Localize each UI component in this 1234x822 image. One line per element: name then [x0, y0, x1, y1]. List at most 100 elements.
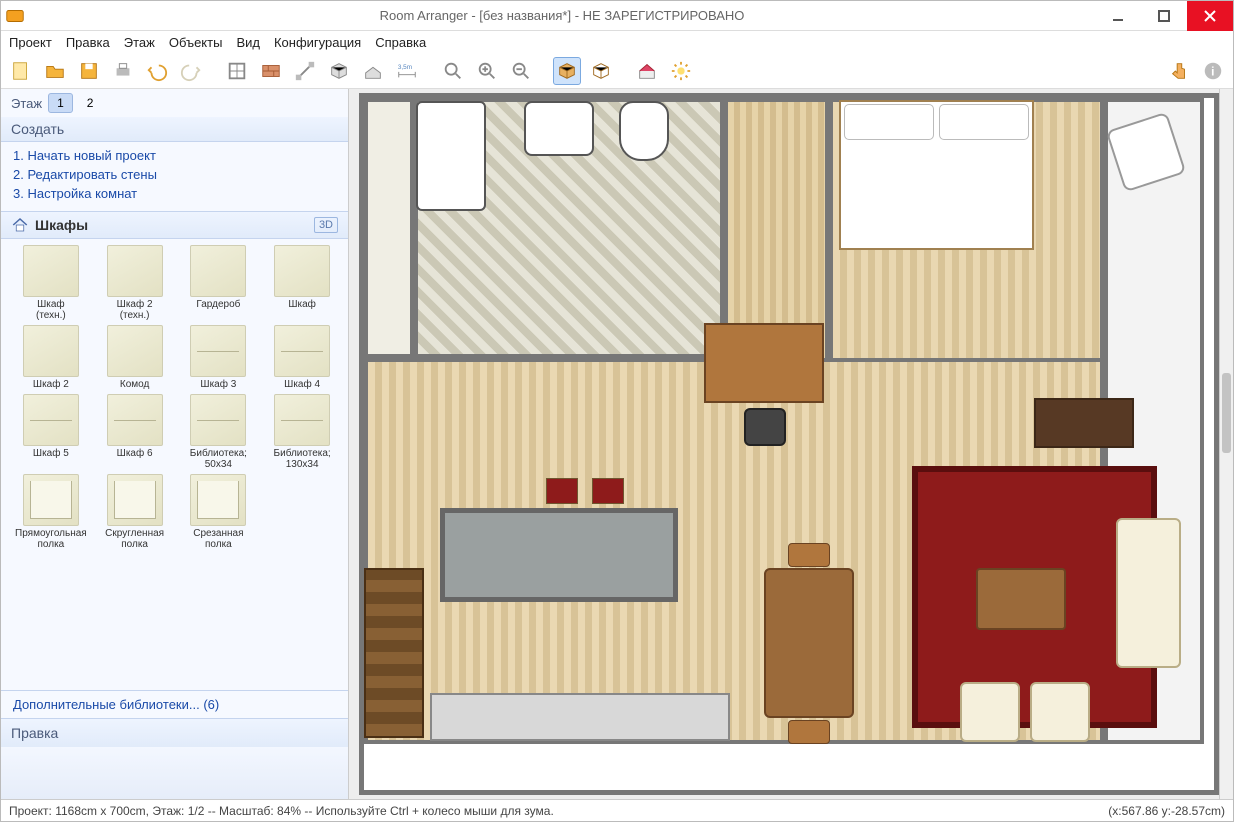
create-step-1[interactable]: 1. Начать новый проект	[13, 146, 336, 165]
library-item[interactable]: Скругленная полка	[95, 474, 175, 550]
save-button[interactable]	[75, 57, 103, 85]
library-thumb	[23, 325, 79, 377]
status-right: (x:567.86 y:-28.57cm)	[1108, 804, 1225, 818]
status-left: Проект: 1168cm x 700cm, Этаж: 1/2 -- Мас…	[9, 804, 1108, 818]
walls-button[interactable]	[223, 57, 251, 85]
zoomin-button[interactable]	[473, 57, 501, 85]
object-sofa[interactable]	[1116, 518, 1181, 668]
maximize-button[interactable]	[1141, 1, 1187, 31]
create-step-2[interactable]: 2. Редактировать стены	[13, 165, 336, 184]
shade-off-button[interactable]	[587, 57, 615, 85]
shade-on-button[interactable]	[553, 57, 581, 85]
library-item[interactable]: Комод	[95, 325, 175, 390]
floor-tab-1[interactable]: 1	[48, 93, 73, 113]
library-item[interactable]: Шкаф 6	[95, 394, 175, 470]
object-pillow-2[interactable]	[939, 104, 1029, 140]
library-item[interactable]: Срезанная полка	[179, 474, 259, 550]
library-item-label: Прямоугольная полка	[15, 528, 87, 550]
menu-floor[interactable]: Этаж	[124, 35, 155, 50]
more-libraries-link[interactable]: Дополнительные библиотеки... (6)	[1, 690, 348, 718]
object-stool-2[interactable]	[592, 478, 624, 504]
new-button[interactable]	[7, 57, 35, 85]
floor-plan[interactable]	[359, 93, 1219, 795]
library-thumb	[107, 474, 163, 526]
canvas-vscrollbar[interactable]	[1219, 89, 1233, 799]
dim-button[interactable]: 3,5m	[393, 57, 421, 85]
library-item-label: Библиотека; 50x34	[190, 448, 247, 470]
object-dining-chair-bottom[interactable]	[788, 720, 830, 744]
library-thumb	[274, 394, 330, 446]
menu-objects[interactable]: Объекты	[169, 35, 223, 50]
object-pillow-1[interactable]	[844, 104, 934, 140]
library-thumb	[107, 245, 163, 297]
undo-button[interactable]	[143, 57, 171, 85]
menu-view[interactable]: Вид	[236, 35, 260, 50]
floor-tab-2[interactable]: 2	[79, 94, 102, 112]
menu-edit[interactable]: Правка	[66, 35, 110, 50]
zoomfit-button[interactable]	[439, 57, 467, 85]
visibility-button[interactable]	[667, 57, 695, 85]
open-button[interactable]	[41, 57, 69, 85]
library-item-label: Шкаф 3	[200, 379, 236, 390]
library-panel-head[interactable]: Шкафы 3D	[1, 211, 348, 239]
create-title: Создать	[11, 121, 64, 137]
object-toilet[interactable]	[619, 101, 669, 161]
library-item[interactable]: Шкаф	[262, 245, 342, 321]
library-item[interactable]: Шкаф 2 (техн.)	[95, 245, 175, 321]
room-entry[interactable]	[364, 98, 414, 358]
library-thumb	[190, 245, 246, 297]
minimize-button[interactable]	[1095, 1, 1141, 31]
library-item[interactable]: Шкаф (техн.)	[11, 245, 91, 321]
create-step-3[interactable]: 3. Настройка комнат	[13, 184, 336, 203]
object-armchair-right[interactable]	[1030, 682, 1090, 742]
zoomout-button[interactable]	[507, 57, 535, 85]
touch-button[interactable]	[1165, 57, 1193, 85]
info-button[interactable]: i	[1199, 57, 1227, 85]
library-item[interactable]: Библиотека; 130x34	[262, 394, 342, 470]
three-d-badge[interactable]: 3D	[314, 217, 338, 233]
object-stairs[interactable]	[364, 568, 424, 738]
menu-config[interactable]: Конфигурация	[274, 35, 361, 50]
print-button[interactable]	[109, 57, 137, 85]
object-armchair-left[interactable]	[960, 682, 1020, 742]
library-thumb	[274, 245, 330, 297]
edit-panel-head[interactable]: Правка	[1, 718, 348, 747]
library-scroll[interactable]: Шкаф (техн.)Шкаф 2 (техн.)ГардеробШкафШк…	[1, 239, 348, 690]
object-kitchen-counter[interactable]	[430, 693, 730, 741]
canvas-area[interactable]	[349, 89, 1233, 799]
library-item[interactable]: Библиотека; 50x34	[179, 394, 259, 470]
canvas-vscroll-thumb[interactable]	[1222, 373, 1231, 453]
object-tv[interactable]	[1034, 398, 1134, 448]
measure-button[interactable]	[291, 57, 319, 85]
object-desk[interactable]	[704, 323, 824, 403]
library-item[interactable]: Шкаф 2	[11, 325, 91, 390]
object-desk-chair[interactable]	[744, 408, 786, 446]
object-coffee-table[interactable]	[976, 568, 1066, 630]
object-dining-table[interactable]	[764, 568, 854, 718]
roof-button[interactable]	[359, 57, 387, 85]
window-title: Room Arranger - [без названия*] - НЕ ЗАР…	[29, 8, 1095, 23]
library-item[interactable]: Прямоугольная полка	[11, 474, 91, 550]
edit-title: Правка	[11, 725, 58, 741]
floor-row: Этаж 1 2	[1, 89, 348, 117]
redo-button[interactable]	[177, 57, 205, 85]
library-item-label: Шкаф 6	[117, 448, 153, 459]
object-kitchen-island[interactable]	[440, 508, 678, 602]
library-thumb	[274, 325, 330, 377]
house-button[interactable]	[633, 57, 661, 85]
object-bathtub[interactable]	[416, 101, 486, 211]
library-item[interactable]: Гардероб	[179, 245, 259, 321]
create-panel-head[interactable]: Создать	[1, 117, 348, 142]
statusbar: Проект: 1168cm x 700cm, Этаж: 1/2 -- Мас…	[1, 799, 1233, 821]
object-stool-1[interactable]	[546, 478, 578, 504]
library-item[interactable]: Шкаф 4	[262, 325, 342, 390]
bricks-button[interactable]	[257, 57, 285, 85]
library-item[interactable]: Шкаф 5	[11, 394, 91, 470]
box3d-button[interactable]	[325, 57, 353, 85]
library-item[interactable]: Шкаф 3	[179, 325, 259, 390]
menu-help[interactable]: Справка	[375, 35, 426, 50]
menu-project[interactable]: Проект	[9, 35, 52, 50]
object-dining-chair-top[interactable]	[788, 543, 830, 567]
object-sink[interactable]	[524, 101, 594, 156]
close-button[interactable]	[1187, 1, 1233, 31]
